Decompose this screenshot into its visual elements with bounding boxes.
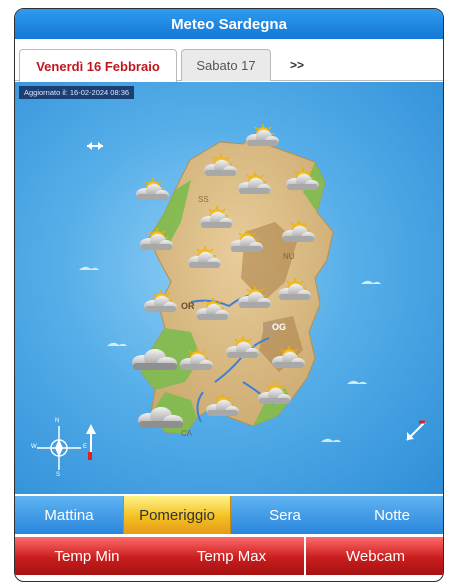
bottom-button-bar: Temp Min Temp Max Webcam	[15, 537, 443, 575]
temp-min-button[interactable]: Temp Min	[15, 537, 159, 575]
app-title: Meteo Sardegna	[15, 9, 443, 39]
period-mattina[interactable]: Mattina	[15, 496, 123, 534]
tab-friday[interactable]: Venerdì 16 Febbraio	[19, 49, 177, 82]
wind-arrow-icon	[87, 142, 103, 150]
compass-s: S	[56, 472, 61, 478]
update-timestamp: Aggiornato il: 16-02-2024 08:36	[19, 86, 135, 99]
compass-n: N	[55, 418, 60, 424]
label-og: OG	[272, 322, 287, 332]
period-pomeriggio[interactable]: Pomeriggio	[123, 496, 231, 534]
label-ca: CA	[181, 429, 193, 438]
compass-w: W	[31, 444, 37, 450]
day-tabs: Venerdì 16 Febbraio Sabato 17 >>	[15, 39, 443, 82]
time-period-bar: Mattina Pomeriggio Sera Notte	[15, 496, 443, 534]
cloud-sun-icon	[245, 123, 280, 147]
period-notte[interactable]: Notte	[339, 496, 443, 534]
wind-arrow-icon	[406, 420, 426, 441]
temp-max-button[interactable]: Temp Max	[159, 537, 304, 575]
tab-more[interactable]: >>	[275, 49, 319, 81]
cloud-sun-icon	[135, 177, 170, 201]
app-frame: Meteo Sardegna Venerdì 16 Febbraio Sabat…	[14, 8, 444, 582]
label-or: OR	[181, 301, 195, 311]
label-nu: NU	[283, 252, 295, 261]
compass-e: E	[83, 444, 88, 450]
label-ss: SS	[198, 195, 209, 204]
webcam-button[interactable]: Webcam	[306, 537, 443, 575]
tab-saturday[interactable]: Sabato 17	[181, 49, 271, 81]
weather-map: Aggiornato il: 16-02-2024 08:36 OR OG SS…	[15, 82, 443, 494]
period-sera[interactable]: Sera	[231, 496, 339, 534]
compass-icon	[37, 424, 96, 470]
sardinia-map-svg	[37, 123, 426, 470]
